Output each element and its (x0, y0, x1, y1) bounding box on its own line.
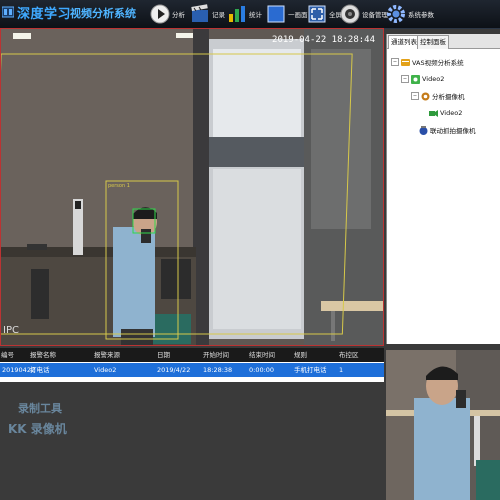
table-cell: 0:00:00 (249, 366, 275, 374)
tab-control-panel[interactable]: 控制面板 (417, 35, 449, 49)
tree-item-video2-group[interactable]: − Video2 (401, 73, 476, 85)
tab-channel-list[interactable]: 通道列表 (388, 35, 420, 49)
record-button[interactable]: 记录 (190, 0, 225, 28)
video-timestamp: 2019-04-22 18:28:44 (272, 35, 375, 45)
alarm-table: 编号 报警名称 报警来源 日期 开始时间 结束时间 规则 布控区 2019042… (0, 348, 384, 382)
tree-item-label: Video2 (422, 75, 445, 83)
column-header[interactable]: 日期 (157, 348, 170, 362)
app-subtitle: 视频分析系统 (70, 7, 136, 20)
tree-expander[interactable]: − (401, 75, 409, 83)
chart-icon (227, 4, 247, 24)
table-cell: 18:28:38 (203, 366, 233, 374)
camera-small-icon (429, 109, 438, 117)
table-cell: 打电话 (30, 366, 50, 374)
video-view[interactable]: person 1 2019-04-22 18:28:44 IPC (0, 28, 384, 346)
tree-item-ptz-camera[interactable]: 联动抓拍摄像机 (419, 124, 476, 136)
system-params-button[interactable]: 系统参数 (386, 0, 434, 28)
column-header[interactable]: 规则 (294, 348, 307, 362)
single-screen-icon (266, 4, 286, 24)
play-icon (150, 4, 170, 24)
channel-panel: 通道列表 控制面板 − VAS视频分析系统 − Video2 − 分析摄像机 V… (386, 34, 500, 344)
tree-expander[interactable]: − (391, 58, 399, 66)
device-manager-label: 设备管理 (362, 11, 388, 19)
tree-item-analysis-camera[interactable]: − 分析摄像机 (411, 90, 476, 102)
tree-item-video2-camera[interactable]: Video2 (429, 107, 476, 119)
detection-label: person 1 (108, 183, 130, 189)
table-cell: Video2 (94, 366, 117, 374)
main-toolbar: 深度学习 视频分析系统 分析 记录 统计 一画面 全屏 设备管理 系统参数 (0, 0, 500, 29)
record-label: 记录 (212, 11, 225, 19)
tree-item-label: Video2 (440, 109, 463, 117)
video-frame: person 1 (1, 29, 383, 345)
single-screen-button[interactable]: 一画面 (266, 0, 308, 28)
camera-icon (340, 4, 360, 24)
tree-item-label: VAS视频分析系统 (412, 59, 464, 67)
single-screen-label: 一画面 (288, 11, 308, 19)
fullscreen-icon (307, 4, 327, 24)
analysis-camera-icon (421, 92, 430, 100)
watermark-line1: 录制工具 (18, 402, 62, 415)
video-folder-icon (411, 74, 420, 84)
server-icon (401, 58, 410, 66)
record-icon (190, 4, 210, 24)
snapshot-image (386, 350, 500, 500)
fullscreen-button[interactable]: 全屏 (307, 0, 342, 28)
column-header[interactable]: 结束时间 (249, 348, 275, 362)
table-cell: 1 (339, 366, 344, 374)
bottom-area: 录制工具 KK 录像机 (0, 382, 384, 500)
analyze-label: 分析 (172, 11, 185, 19)
statistics-button[interactable]: 统计 (227, 0, 262, 28)
tree-item-label: 联动抓拍摄像机 (430, 127, 476, 135)
alarm-table-header: 编号 报警名称 报警来源 日期 开始时间 结束时间 规则 布控区 (0, 348, 384, 362)
column-header[interactable]: 布控区 (339, 348, 359, 362)
analyze-button[interactable]: 分析 (150, 0, 185, 28)
column-header[interactable]: 开始时间 (203, 348, 229, 362)
app-title: 深度学习 (17, 7, 72, 22)
column-header[interactable]: 报警名称 (30, 348, 56, 362)
table-row[interactable]: 20190422 打电话 Video2 2019/4/22 18:28:38 0… (0, 363, 384, 377)
gear-icon (386, 4, 406, 24)
ptz-camera-icon (419, 125, 428, 135)
channel-label: IPC (3, 325, 19, 336)
column-header[interactable]: 报警来源 (94, 348, 120, 362)
snapshot-thumbnail[interactable] (386, 350, 500, 500)
device-tree: − VAS视频分析系统 − Video2 − 分析摄像机 Video2 联动抓拍… (391, 56, 476, 136)
app-logo-icon (2, 6, 14, 18)
column-header[interactable]: 编号 (1, 348, 14, 362)
table-cell: 手机打电话 (294, 366, 327, 374)
tree-expander[interactable]: − (411, 92, 419, 100)
watermark-line2: KK 录像机 (8, 422, 67, 436)
tree-item-vas-system[interactable]: − VAS视频分析系统 (391, 56, 476, 68)
panel-tabs: 通道列表 控制面板 (387, 34, 500, 49)
system-params-label: 系统参数 (408, 11, 434, 19)
table-cell: 2019/4/22 (157, 366, 191, 374)
statistics-label: 统计 (249, 11, 262, 19)
device-manager-button[interactable]: 设备管理 (340, 0, 388, 28)
tree-item-label: 分析摄像机 (432, 93, 465, 101)
